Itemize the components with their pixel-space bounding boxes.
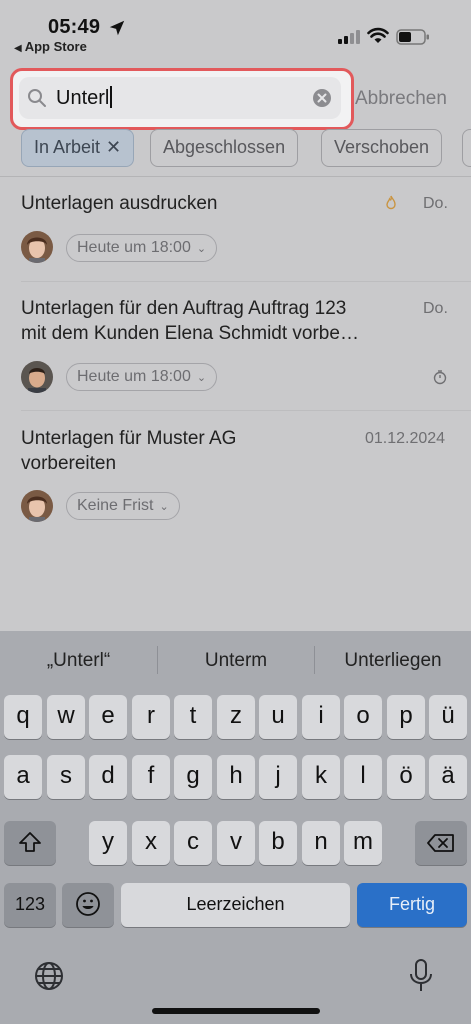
avatar xyxy=(21,231,53,263)
key-h[interactable]: h xyxy=(217,755,255,799)
emoji-icon xyxy=(76,892,100,916)
key-p[interactable]: p xyxy=(387,695,425,739)
key-m[interactable]: m xyxy=(344,821,382,865)
task-date: Do. xyxy=(423,195,448,212)
location-arrow-icon xyxy=(109,20,125,36)
key-ue[interactable]: ü xyxy=(429,695,467,739)
filter-chip-overflow[interactable] xyxy=(462,129,471,167)
back-app-label: App Store xyxy=(24,39,87,54)
deadline-dropdown[interactable]: Heute um 18:00 ⌄ xyxy=(66,234,218,262)
key-x[interactable]: x xyxy=(132,821,170,865)
shift-key[interactable] xyxy=(4,821,56,865)
deadline-label: Keine Frist xyxy=(77,497,154,514)
key-y[interactable]: y xyxy=(89,821,127,865)
deadline-dropdown[interactable]: Heute um 18:00 ⌄ xyxy=(66,363,218,391)
back-to-app-store[interactable]: ◀ App Store xyxy=(14,39,87,54)
search-input-value[interactable]: Unterl xyxy=(56,86,113,110)
key-t[interactable]: t xyxy=(174,695,212,739)
home-indicator xyxy=(152,1008,320,1014)
chip-label: Abgeschlossen xyxy=(163,137,286,157)
battery-icon xyxy=(396,29,429,45)
numbers-key[interactable]: 123 xyxy=(4,883,56,927)
key-d[interactable]: d xyxy=(89,755,127,799)
wifi-icon xyxy=(367,27,389,43)
task-title[interactable]: Unterlagen für Muster AG xyxy=(21,426,236,451)
status-time: 05:49 xyxy=(48,16,101,38)
shift-icon xyxy=(19,832,41,852)
key-j[interactable]: j xyxy=(259,755,297,799)
screen: 05:49 ◀ App Store Unterl Abbrechen In Ar… xyxy=(0,0,471,1024)
avatar-man-icon xyxy=(21,361,53,393)
avatar xyxy=(21,490,53,522)
key-k[interactable]: k xyxy=(302,755,340,799)
backspace-icon xyxy=(427,834,454,852)
timer-icon xyxy=(433,370,447,385)
status-bar: 05:49 ◀ App Store xyxy=(0,0,471,58)
avatar-woman-icon xyxy=(21,231,53,263)
key-g[interactable]: g xyxy=(174,755,212,799)
chip-label: Verschoben xyxy=(334,137,430,157)
cancel-button[interactable]: Abbrechen xyxy=(355,88,447,110)
cellular-signal-icon xyxy=(338,30,360,44)
row-divider xyxy=(21,410,471,411)
key-ae[interactable]: ä xyxy=(429,755,467,799)
delete-key[interactable] xyxy=(415,821,467,865)
search-icon xyxy=(28,89,46,107)
task-date: Do. xyxy=(423,300,448,317)
key-a[interactable]: a xyxy=(4,755,42,799)
key-l[interactable]: l xyxy=(344,755,382,799)
microphone-icon[interactable] xyxy=(407,958,435,994)
search-query-text: Unterl xyxy=(56,87,110,109)
key-n[interactable]: n xyxy=(302,821,340,865)
key-q[interactable]: q xyxy=(4,695,42,739)
key-c[interactable]: c xyxy=(174,821,212,865)
text-caret xyxy=(110,86,113,108)
globe-icon[interactable] xyxy=(33,960,65,992)
emoji-key[interactable] xyxy=(62,883,114,927)
flame-icon xyxy=(386,195,396,210)
deadline-label: Heute um 18:00 xyxy=(77,368,191,385)
key-b[interactable]: b xyxy=(259,821,297,865)
suggestion-1[interactable]: „Unterl“ xyxy=(0,650,157,672)
key-e[interactable]: e xyxy=(89,695,127,739)
key-r[interactable]: r xyxy=(132,695,170,739)
chip-label: In Arbeit xyxy=(34,137,101,157)
filter-chip-in-arbeit[interactable]: In Arbeit ✕ xyxy=(21,129,135,167)
keyboard: „Unterl“ Unterm Unterliegen q w e r t z … xyxy=(0,631,471,1024)
done-key[interactable]: Fertig xyxy=(357,883,467,927)
key-oe[interactable]: ö xyxy=(387,755,425,799)
chevron-down-icon: ⌄ xyxy=(159,501,169,513)
remove-filter-icon[interactable]: ✕ xyxy=(106,137,121,157)
avatar xyxy=(21,361,53,393)
key-i[interactable]: i xyxy=(302,695,340,739)
suggestion-2[interactable]: Unterm xyxy=(158,650,314,672)
deadline-dropdown[interactable]: Keine Frist ⌄ xyxy=(66,492,180,520)
back-triangle-icon: ◀ xyxy=(14,43,22,54)
filter-chip-verschoben[interactable]: Verschoben xyxy=(321,129,443,167)
key-s[interactable]: s xyxy=(47,755,85,799)
key-f[interactable]: f xyxy=(132,755,170,799)
key-w[interactable]: w xyxy=(47,695,85,739)
suggestion-3[interactable]: Unterliegen xyxy=(315,650,471,672)
avatar-woman-icon xyxy=(21,490,53,522)
key-v[interactable]: v xyxy=(217,821,255,865)
clear-search-icon[interactable] xyxy=(312,88,332,108)
chevron-down-icon: ⌄ xyxy=(196,243,207,255)
key-u[interactable]: u xyxy=(259,695,297,739)
chevron-down-icon: ⌄ xyxy=(196,372,207,384)
task-title-line2[interactable]: vorbereiten xyxy=(21,451,116,476)
deadline-label: Heute um 18:00 xyxy=(77,239,191,256)
filter-chip-abgeschlossen[interactable]: Abgeschlossen xyxy=(150,129,299,167)
space-key[interactable]: Leerzeichen xyxy=(121,883,350,927)
header-divider xyxy=(0,176,471,177)
task-title[interactable]: Unterlagen ausdrucken xyxy=(21,191,217,216)
key-z[interactable]: z xyxy=(217,695,255,739)
key-o[interactable]: o xyxy=(344,695,382,739)
keyboard-suggestions: „Unterl“ Unterm Unterliegen xyxy=(0,631,471,689)
row-divider xyxy=(21,281,471,282)
task-title[interactable]: Unterlagen für den Auftrag Auftrag 123 xyxy=(21,296,346,321)
task-date: 01.12.2024 xyxy=(365,430,446,447)
task-title-line2[interactable]: mit dem Kunden Elena Schmidt vorbe… xyxy=(21,321,359,346)
